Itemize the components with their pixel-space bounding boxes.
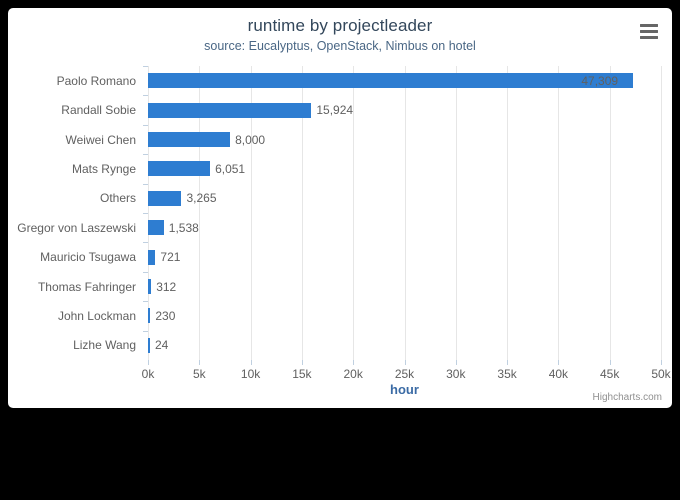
bar[interactable] [148,190,182,206]
bar-data-label: 8,000 [235,132,266,147]
category-label: Gregor von Laszewski [17,220,136,235]
hamburger-icon-bar-3 [640,35,658,39]
bar-row[interactable]: 230 [148,308,661,324]
x-axis-tick [301,360,303,365]
x-axis-tick [558,360,560,365]
bar-row[interactable]: 47,309 [148,73,661,89]
bar-row[interactable]: 8,000 [148,132,661,147]
category-label: Paolo Romano [56,73,136,88]
bar[interactable] [148,220,164,236]
x-axis-tick-label: 30k [446,367,466,381]
x-axis-tick-label: 40k [548,367,569,381]
x-axis-title: hour [390,382,419,397]
category-label: Others [99,191,136,206]
gridline [661,66,662,360]
x-axis-tick [250,360,252,365]
bar-row[interactable]: 312 [148,279,661,294]
chart-context-menu-button[interactable] [635,18,663,44]
bar-row[interactable]: 6,051 [148,161,661,177]
x-axis-tick-label: 50k [651,367,671,381]
category-label: Lizhe Wang [73,338,136,353]
bar-data-label: 24 [155,338,169,353]
category-label: Thomas Fahringer [37,279,136,294]
y-axis-category-labels: Paolo Romano Randall Sobie Weiwei Chen Mats… [8,66,148,360]
bar[interactable] [148,308,151,324]
x-axis-tick [353,360,355,365]
x-axis-tick [455,360,457,365]
bar-data-label: 6,051 [215,161,246,176]
chart-subtitle: source: Eucalyptus, OpenStack, Nimbus on… [204,39,476,53]
chart-card: runtime by projectleader source: Eucalyp… [8,8,672,408]
x-axis-tick-label: 15k [292,367,312,381]
bar-data-label: 312 [156,279,177,294]
bar[interactable] [148,249,156,265]
bar-data-label: 230 [155,308,176,323]
x-axis-tick [148,360,149,365]
x-axis-tick [661,360,662,365]
x-axis-tick-label: 45k [600,367,620,381]
x-axis-tick [199,360,201,365]
bar-row[interactable]: 24 [148,337,661,353]
bar[interactable] [148,161,211,177]
chart-title: runtime by projectleader [247,16,433,35]
hamburger-icon-bar-1 [640,23,658,27]
bar-data-label: 721 [160,250,181,265]
category-label: Weiwei Chen [65,132,136,147]
x-axis-tick-label: 25k [394,367,415,381]
bar-data-label: 47,309 [581,73,619,88]
x-axis-tick-label: 10k [240,367,261,381]
x-axis: 0k 5k 10k 15k 20k 25k 30k 35k 40k 45k 50k [142,360,671,382]
category-label: John Lockman [57,308,136,323]
bar-row[interactable]: 15,924 [148,102,661,118]
bar-row[interactable]: 3,265 [148,190,661,206]
bar-data-label: 15,924 [316,103,354,118]
bar[interactable] [148,102,312,118]
bar[interactable] [148,132,231,147]
bar[interactable] [148,73,634,89]
bar-series: 47,309 15,924 8,000 6,051 3,265 1,538 721 312 23… [148,66,661,360]
category-label: Randall Sobie [61,103,136,118]
x-axis-tick-label: 0k [141,367,155,381]
bar[interactable] [148,337,150,353]
bar-data-label: 1,538 [168,220,199,235]
x-axis-tick [609,360,611,365]
x-axis-tick [404,360,406,365]
bar[interactable] [148,279,152,294]
x-axis-tick-label: 5k [192,367,206,381]
x-axis-tick-label: 20k [343,367,363,381]
bar-row[interactable]: 721 [148,249,661,265]
category-label: Mats Rynge [71,161,136,176]
category-label: Mauricio Tsugawa [40,250,136,265]
x-axis-tick [507,360,509,365]
bar-data-label: 3,265 [186,191,217,206]
bar-row[interactable]: 1,538 [148,220,661,236]
hamburger-icon-bar-2 [640,29,658,33]
credits-label: Highcharts.com [592,392,662,403]
plot-area: 47,309 15,924 8,000 6,051 3,265 1,538 721 312 23… [148,66,662,360]
x-axis-tick-label: 35k [497,367,517,381]
